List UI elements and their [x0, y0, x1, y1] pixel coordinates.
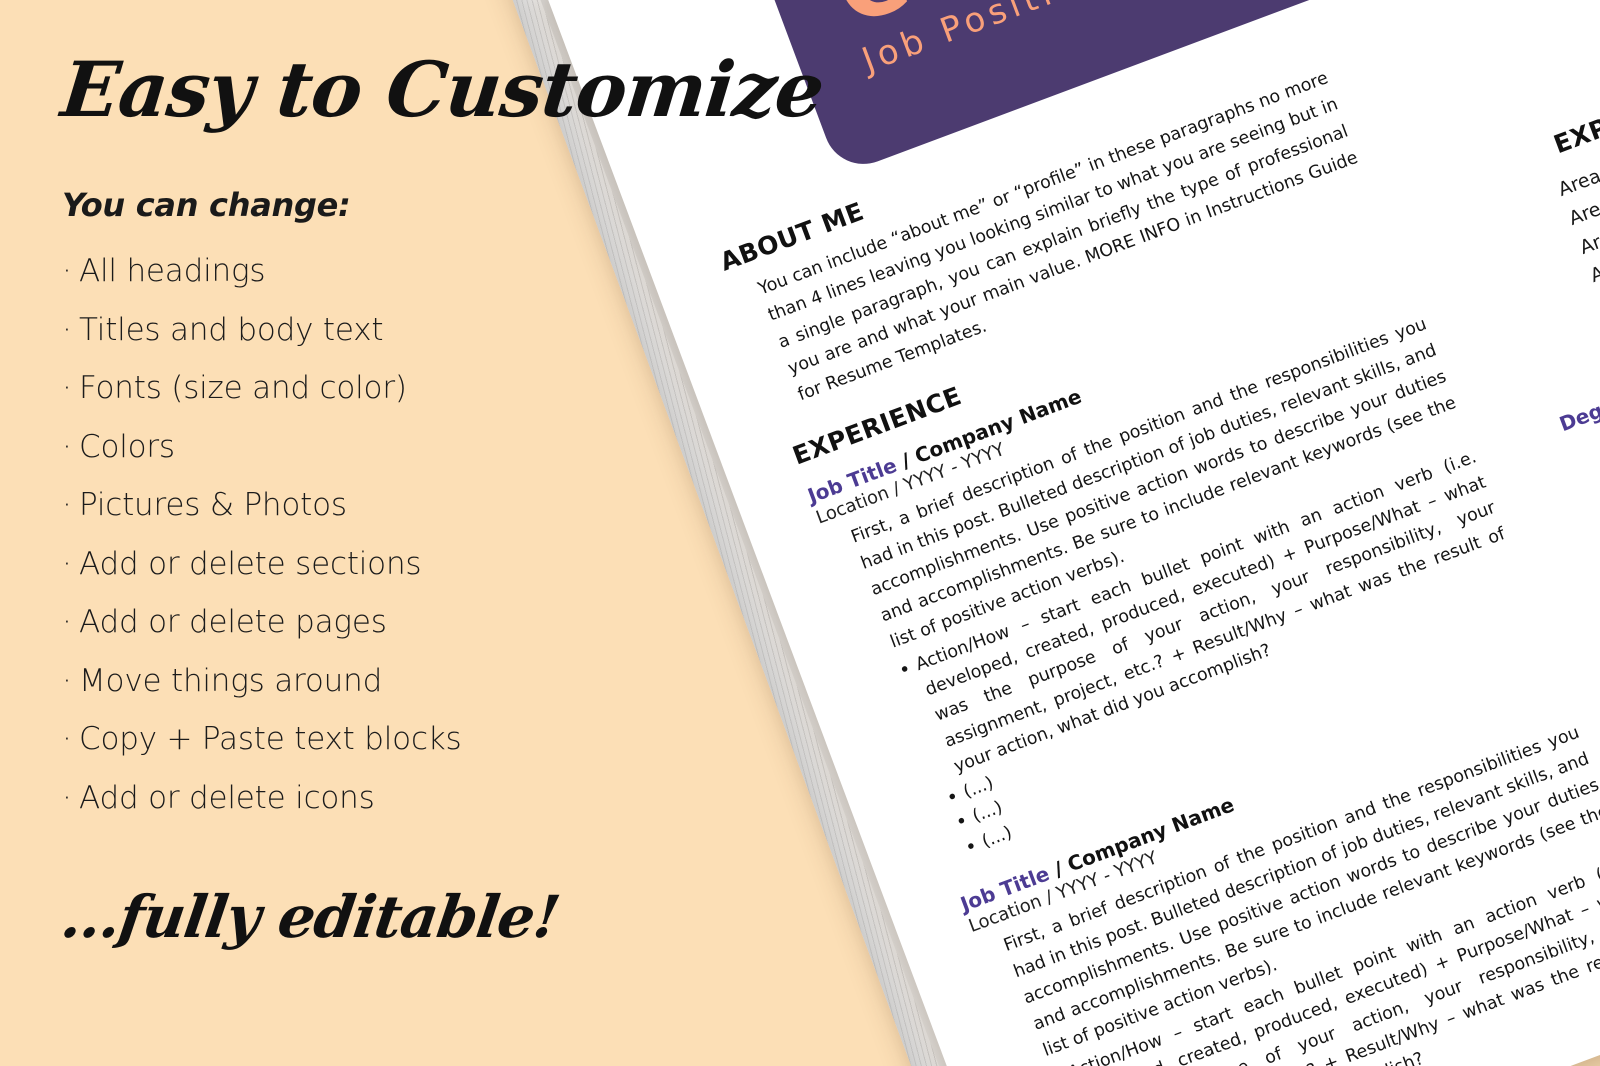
- list-item-label: Fonts (size and color): [79, 370, 407, 406]
- list-item: · Titles and body text: [62, 301, 622, 360]
- list-item-label: Colors: [79, 428, 175, 465]
- list-item: · Add or delete pages: [62, 593, 622, 652]
- resume-body: ABOUT ME You can include “about me” or “…: [707, 0, 1600, 1066]
- bullet-dot-icon: ·: [62, 721, 72, 757]
- promo-feature-list: · All headings · Titles and body text · Fon…: [62, 242, 622, 827]
- bullet-dot-icon: ·: [62, 428, 72, 465]
- section-expertise: EXPERTISE Area of Knowledge Area of Know…: [1421, 30, 1600, 365]
- list-item: · Move things around: [62, 652, 622, 711]
- list-item: · Add or delete sections: [62, 535, 622, 594]
- bullet-dot-icon: ·: [62, 662, 72, 699]
- list-item: · Add or delete icons: [62, 769, 622, 828]
- list-item: · Fonts (size and color): [62, 359, 622, 418]
- screenshot-canvas: Easy to Customize You can change: · All h…: [0, 0, 1600, 1066]
- list-item-label: Move things around: [79, 662, 383, 699]
- promo-subheading: You can change:: [62, 186, 351, 224]
- list-item-label: Add or delete pages: [79, 604, 387, 640]
- list-item: · All headings: [62, 242, 622, 301]
- list-item-label: Copy + Paste text blocks: [79, 721, 462, 757]
- promo-panel: Easy to Customize You can change: · All h…: [57, 45, 827, 951]
- list-item-label: Add or delete icons: [79, 779, 375, 816]
- bullet-dot-icon: ·: [62, 545, 72, 582]
- bullet-dot-icon: ·: [62, 370, 72, 406]
- list-item: · Colors: [62, 418, 622, 477]
- list-item-label: All headings: [79, 253, 266, 289]
- bullet-dot-icon: ·: [62, 311, 72, 348]
- resume-page: Claire Allen Job Position Here ☎ ✉ in /u…: [540, 0, 1600, 1066]
- list-item: · Pictures & Photos: [62, 476, 622, 535]
- list-item-label: Titles and body text: [79, 311, 384, 348]
- promo-headline: Easy to Customize: [57, 45, 828, 134]
- bullet-dot-icon: ·: [62, 779, 72, 816]
- promo-footer-text: ...fully editable!: [57, 883, 564, 951]
- list-item: · Copy + Paste text blocks: [62, 710, 622, 769]
- bullet-dot-icon: ·: [62, 487, 72, 523]
- list-item-label: Add or delete sections: [79, 545, 422, 582]
- list-item-label: Pictures & Photos: [79, 487, 347, 523]
- bullet-dot-icon: ·: [62, 253, 72, 289]
- bullet-dot-icon: ·: [62, 604, 72, 640]
